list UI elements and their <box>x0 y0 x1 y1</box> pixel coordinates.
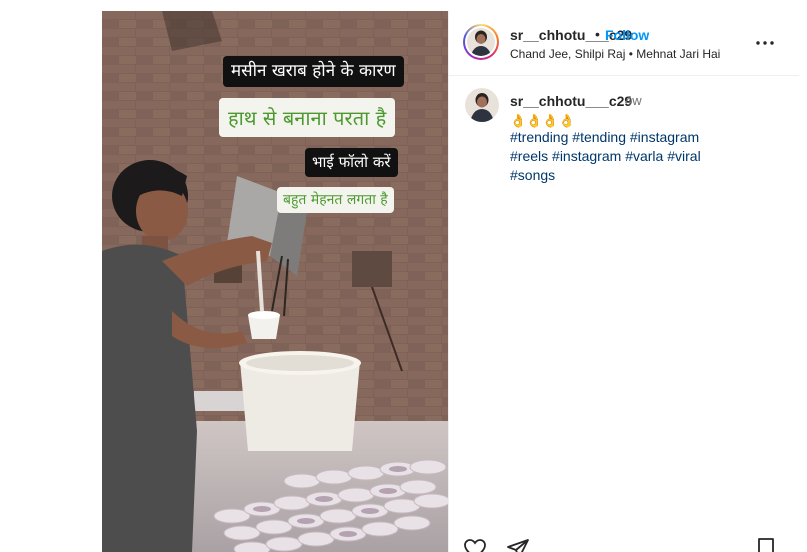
header-separator: • <box>595 26 600 42</box>
reel-video[interactable]: मसीन खराब होने के कारण हाथ से बनाना परता… <box>102 11 448 552</box>
audio-artists: Chand Jee, Shilpi Raj <box>510 47 626 61</box>
caption-avatar-image <box>465 88 499 122</box>
hashtag-link[interactable]: #viral <box>667 148 700 164</box>
hashtag-link[interactable]: #tending <box>572 129 626 145</box>
hashtag-link[interactable]: #instagram <box>630 129 699 145</box>
post-details-pane: sr__chhotu___c29 • Follow Chand Jee, Shi… <box>448 11 799 552</box>
send-icon[interactable] <box>506 537 530 552</box>
video-caption-1: मसीन खराब होने के कारण <box>223 56 404 87</box>
post-actions-bar <box>449 531 799 552</box>
author-avatar[interactable] <box>463 24 499 60</box>
follow-button[interactable]: Follow <box>605 27 649 43</box>
hashtag-link[interactable]: #instagram <box>552 148 621 164</box>
caption-username[interactable]: sr__chhotu___c29 <box>510 93 632 109</box>
audio-title: Mehnat Jari Hai <box>636 47 721 61</box>
video-caption-4: बहुत मेहनत लगता है <box>277 187 394 213</box>
more-horizontal-icon[interactable] <box>753 31 777 55</box>
hashtag-link[interactable]: #varla <box>625 148 663 164</box>
hashtag-link[interactable]: #trending <box>510 129 568 145</box>
caption-author-avatar[interactable] <box>465 88 499 122</box>
audio-separator: • <box>628 47 633 61</box>
hashtag-link[interactable]: #reels <box>510 148 548 164</box>
video-caption-2: हाथ से बनाना परता है <box>219 98 396 137</box>
post-age[interactable]: 4w <box>625 93 642 108</box>
caption-hashtags: #trending #tending #instagram #reels #in… <box>510 128 750 185</box>
audio-info[interactable]: Chand Jee, Shilpi Raj • Mehnat Jari Hai <box>510 47 720 61</box>
video-frame-illustration <box>102 11 448 552</box>
video-caption-3: भाई फॉलो करें <box>305 148 398 177</box>
hashtag-link[interactable]: #songs <box>510 167 555 183</box>
post-header: sr__chhotu___c29 • Follow Chand Jee, Shi… <box>449 11 799 76</box>
bookmark-icon[interactable] <box>755 537 777 552</box>
post-modal: मसीन खराब होने के कारण हाथ से बनाना परता… <box>102 11 799 552</box>
caption-emoji: 👌👌👌👌 <box>510 113 575 128</box>
author-avatar-image <box>467 28 495 56</box>
heart-icon[interactable] <box>463 538 487 552</box>
